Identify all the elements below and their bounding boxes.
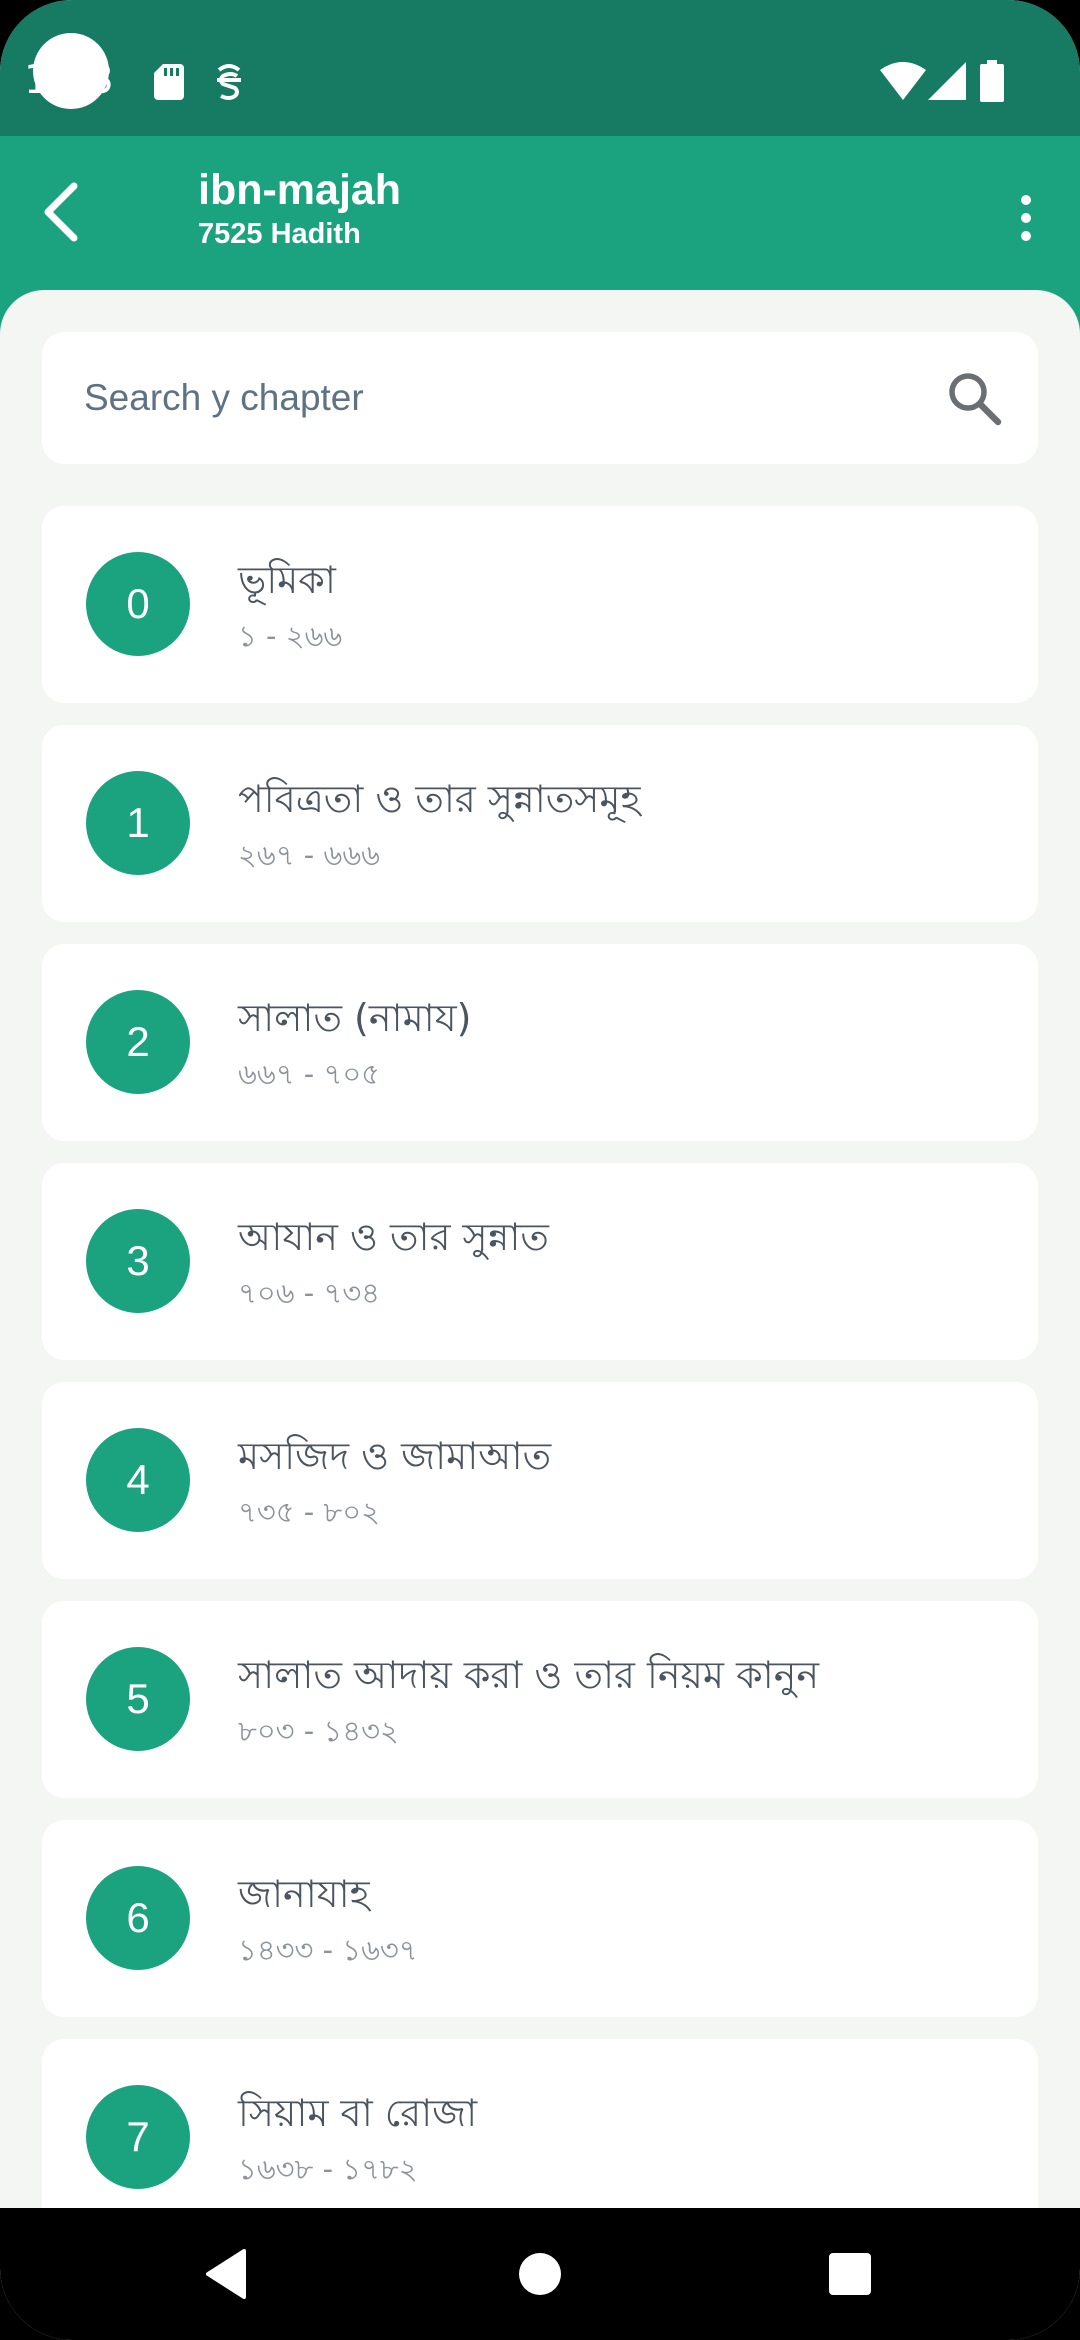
chapter-number-badge: 7 bbox=[86, 2085, 190, 2189]
chapter-item[interactable]: 0 ভূমিকা ১ - ২৬৬ bbox=[42, 506, 1038, 703]
chapter-title: আযান ও তার সুন্নাত bbox=[238, 1215, 549, 1259]
more-vertical-icon bbox=[1021, 195, 1031, 241]
chapter-title: সালাত আদায় করা ও তার নিয়ম কানুন bbox=[238, 1653, 820, 1697]
sd-card-icon bbox=[154, 64, 184, 100]
search-icon[interactable] bbox=[946, 370, 1002, 426]
chapter-item[interactable]: 7 সিয়াম বা রোজা ১৬৩৮ - ১৭৮২ bbox=[42, 2039, 1038, 2210]
status-bar: 1:33 bbox=[0, 0, 1080, 136]
page-title: ibn-majah bbox=[198, 166, 402, 214]
search-input[interactable]: Search y chapter bbox=[42, 332, 1038, 464]
chapter-hadith-range: ৬৬৭ - ৭০৫ bbox=[238, 1057, 380, 1091]
nav-back-icon bbox=[206, 2249, 246, 2299]
chapter-hadith-range: ৮০৩ - ১৪৩২ bbox=[238, 1714, 399, 1748]
chapter-title: জানাযাহ bbox=[238, 1872, 370, 1916]
content-area: Search y chapter 0 ভূমিকা ১ - ২৬৬ 1 পবিত… bbox=[0, 290, 1080, 2210]
pocket-sync-icon bbox=[217, 64, 241, 100]
chapter-hadith-range: ৭০৬ - ৭৩৪ bbox=[238, 1276, 380, 1310]
chapter-number-badge: 2 bbox=[86, 990, 190, 1094]
screen: 1:33 ibn-majah bbox=[0, 0, 1080, 2340]
chapter-item[interactable]: 3 আযান ও তার সুন্নাত ৭০৬ - ৭৩৪ bbox=[42, 1163, 1038, 1360]
chapter-title: পবিত্রতা ও তার সুন্নাতসমূহ bbox=[238, 777, 641, 821]
nav-home-button[interactable] bbox=[500, 2234, 580, 2314]
chapter-hadith-range: ১৪৩৩ - ১৬৩৭ bbox=[238, 1933, 418, 1967]
chapter-item[interactable]: 2 সালাত (নামায) ৬৬৭ - ৭০৫ bbox=[42, 944, 1038, 1141]
chapter-number-badge: 5 bbox=[86, 1647, 190, 1751]
chapter-item[interactable]: 1 পবিত্রতা ও তার সুন্নাতসমূহ ২৬৭ - ৬৬৬ bbox=[42, 725, 1038, 922]
chapter-number-badge: 4 bbox=[86, 1428, 190, 1532]
back-button[interactable] bbox=[24, 176, 96, 248]
chapter-number-badge: 3 bbox=[86, 1209, 190, 1313]
chapter-item[interactable]: 5 সালাত আদায় করা ও তার নিয়ম কানুন ৮০৩ … bbox=[42, 1601, 1038, 1798]
chevron-left-icon bbox=[44, 182, 78, 242]
nav-back-button[interactable] bbox=[186, 2234, 266, 2314]
chapter-hadith-range: ২৬৭ - ৬৬৬ bbox=[238, 838, 381, 872]
chapter-hadith-range: ১ - ২৬৬ bbox=[238, 619, 343, 653]
chapter-number-badge: 1 bbox=[86, 771, 190, 875]
nav-home-icon bbox=[519, 2253, 561, 2295]
chapter-number-badge: 0 bbox=[86, 552, 190, 656]
chapter-hadith-range: ১৬৩৮ - ১৭৮২ bbox=[238, 2152, 418, 2186]
chapter-item[interactable]: 4 মসজিদ ও জামাআত ৭৩৫ - ৮০২ bbox=[42, 1382, 1038, 1579]
chapter-hadith-range: ৭৩৫ - ৮০২ bbox=[238, 1495, 380, 1529]
battery-icon bbox=[980, 60, 1004, 102]
chapter-title: ভূমিকা bbox=[238, 558, 336, 602]
chapter-title: সালাত (নামায) bbox=[238, 996, 472, 1040]
cell-signal-icon bbox=[928, 62, 966, 100]
search-placeholder: Search y chapter bbox=[84, 377, 364, 418]
nav-recents-button[interactable] bbox=[810, 2234, 890, 2314]
chapter-list: 0 ভূমিকা ১ - ২৬৬ 1 পবিত্রতা ও তার সুন্না… bbox=[42, 506, 1038, 2210]
chapter-title: সিয়াম বা রোজা bbox=[238, 2091, 478, 2135]
hadith-count: 7525 Hadith bbox=[198, 218, 361, 250]
chapter-item[interactable]: 6 জানাযাহ ১৪৩৩ - ১৬৩৭ bbox=[42, 1820, 1038, 2017]
chapter-number-badge: 6 bbox=[86, 1866, 190, 1970]
camera-cutout bbox=[33, 33, 109, 109]
nav-recents-icon bbox=[829, 2253, 871, 2295]
wifi-icon bbox=[880, 62, 926, 100]
system-nav-bar bbox=[0, 2208, 1080, 2340]
chapter-title: মসজিদ ও জামাআত bbox=[238, 1434, 552, 1478]
more-options-button[interactable] bbox=[996, 182, 1056, 254]
